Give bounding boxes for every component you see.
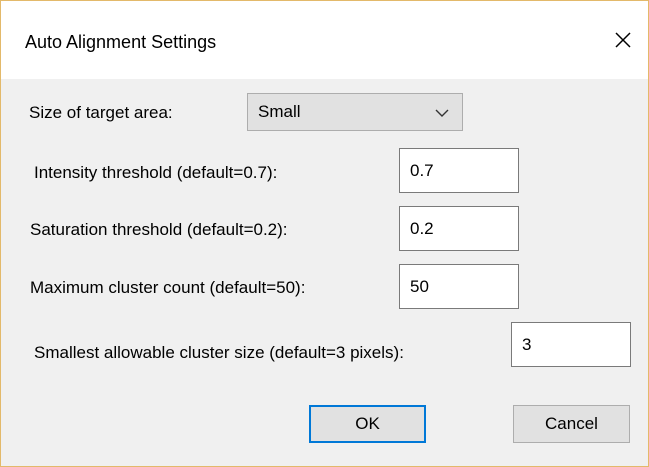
target-area-select[interactable]: Small — [247, 93, 463, 131]
dialog-title: Auto Alignment Settings — [25, 32, 217, 52]
close-icon — [615, 32, 631, 48]
min-cluster-size-label: Smallest allowable cluster size (default… — [34, 343, 404, 362]
intensity-threshold-label: Intensity threshold (default=0.7): — [34, 163, 278, 182]
target-area-label: Size of target area: — [29, 103, 173, 122]
ok-button[interactable]: OK — [309, 405, 426, 443]
max-cluster-count-label: Maximum cluster count (default=50): — [30, 278, 306, 297]
close-button[interactable] — [606, 23, 640, 57]
max-cluster-count-input[interactable] — [399, 264, 519, 309]
auto-alignment-dialog: Auto Alignment Settings Size of target a… — [0, 0, 649, 467]
min-cluster-size-input[interactable] — [511, 322, 631, 367]
saturation-threshold-input[interactable] — [399, 206, 519, 251]
chevron-down-icon — [435, 109, 449, 117]
title-bar: Auto Alignment Settings — [1, 1, 648, 79]
saturation-threshold-label: Saturation threshold (default=0.2): — [30, 220, 288, 239]
cancel-button[interactable]: Cancel — [513, 405, 630, 443]
target-area-value: Small — [258, 102, 301, 121]
intensity-threshold-input[interactable] — [399, 148, 519, 193]
